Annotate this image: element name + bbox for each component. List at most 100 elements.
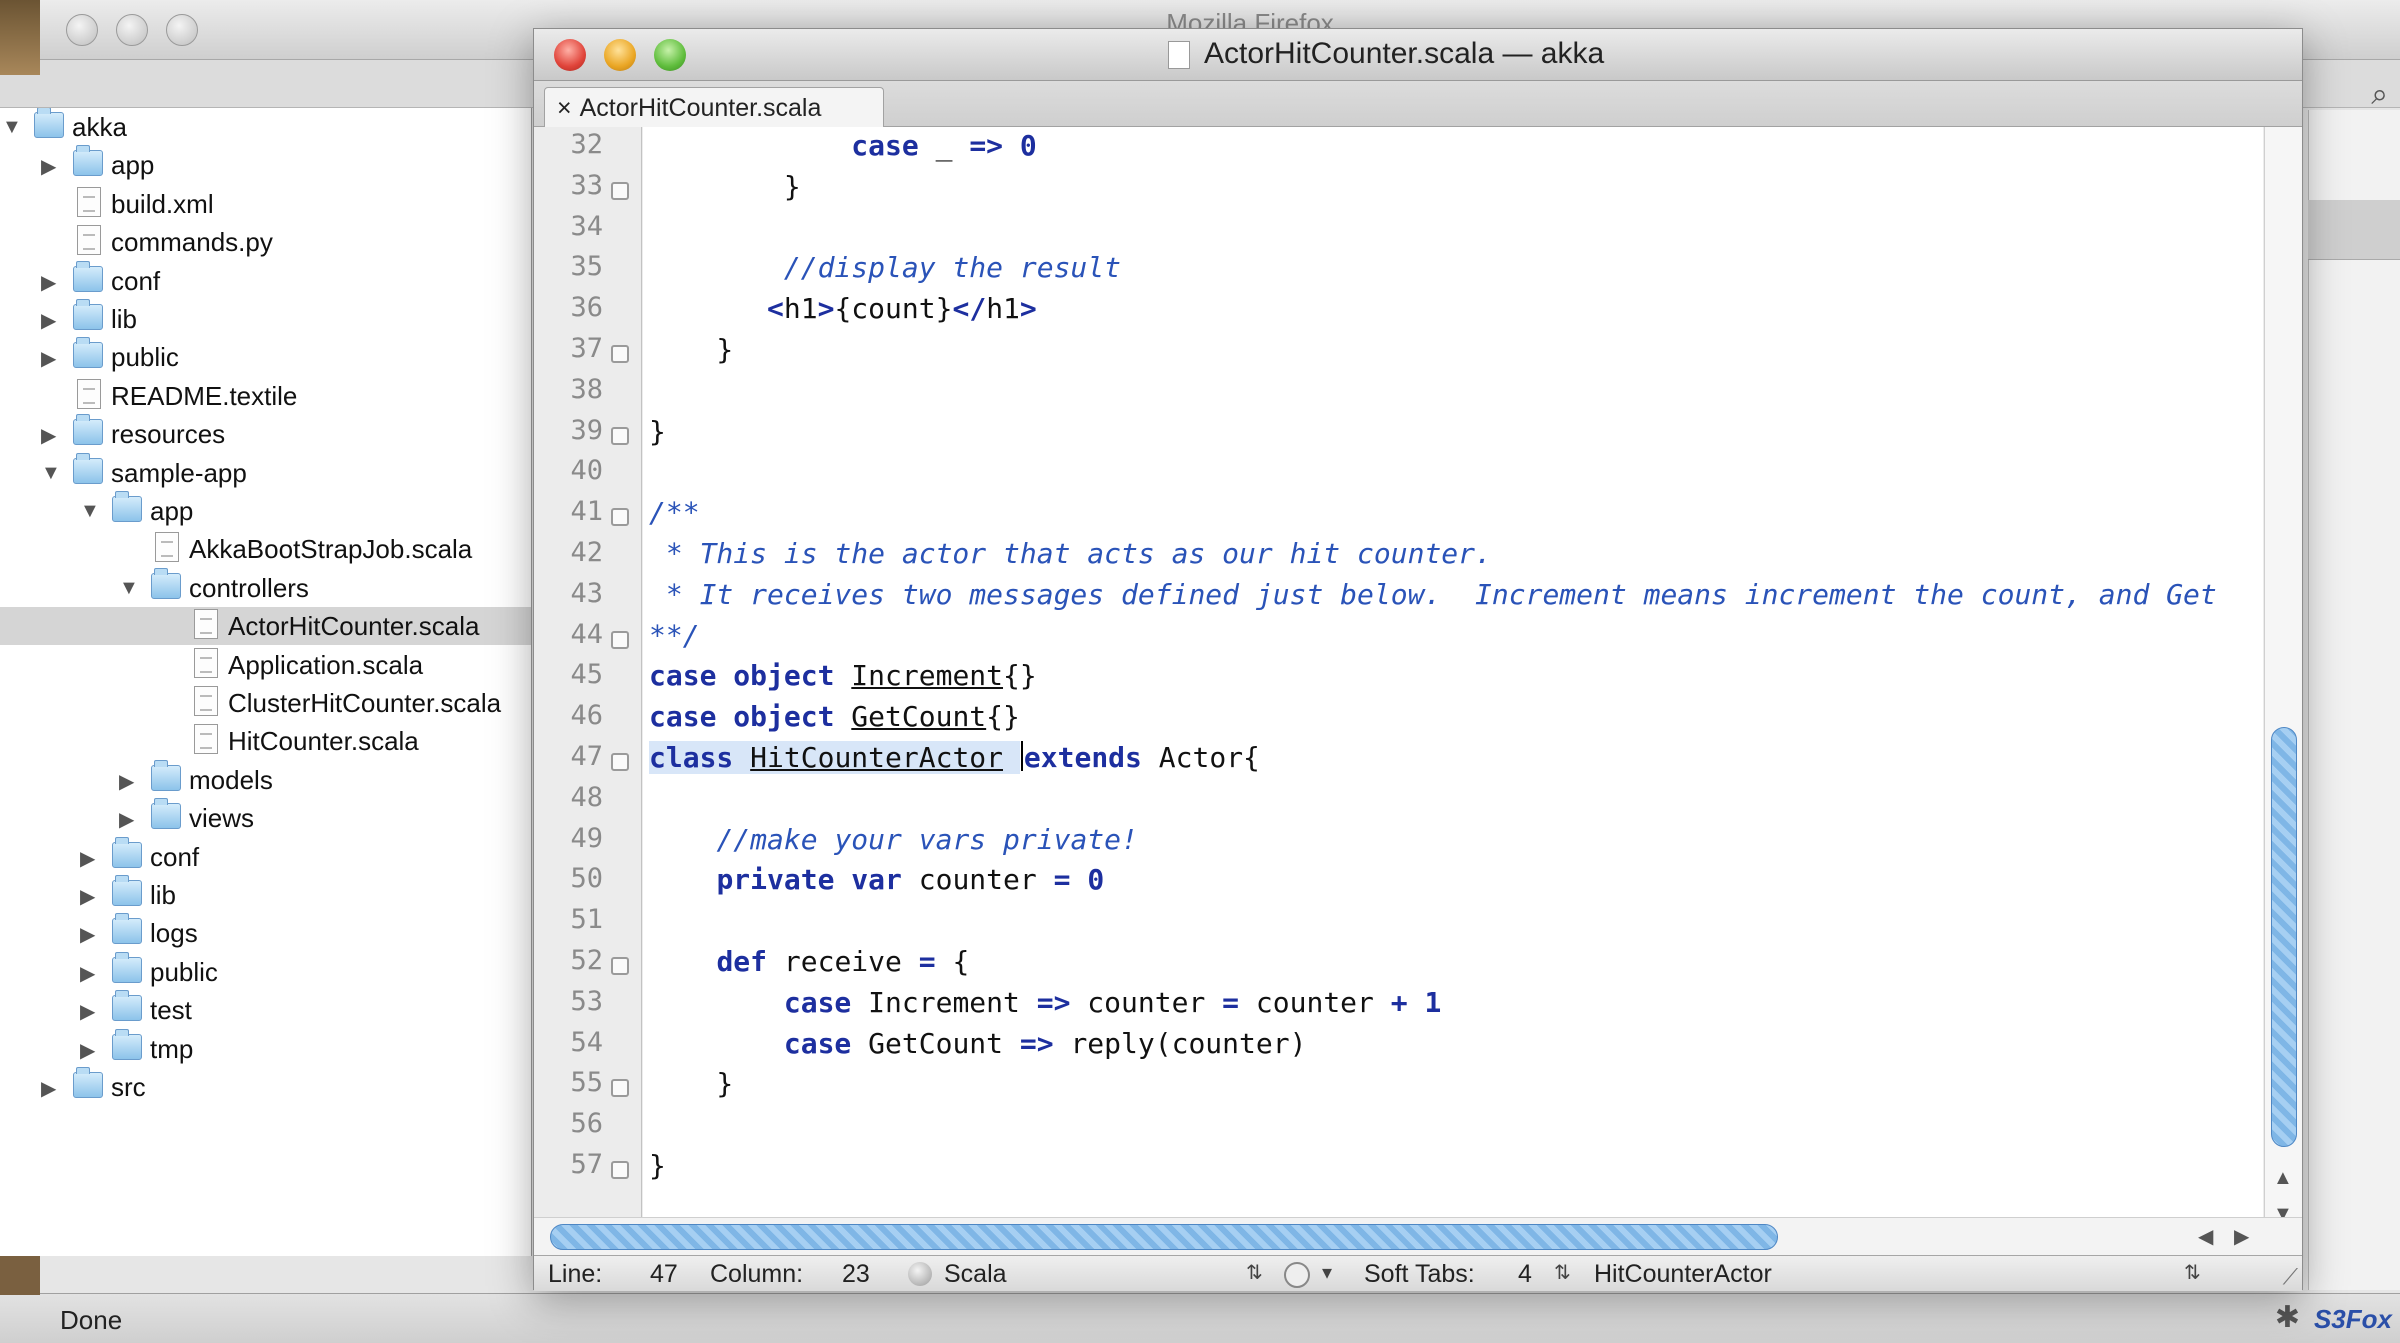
tree-file[interactable]: AkkaBootStrapJob.scala [0,530,531,568]
tree-folder[interactable]: ▶ tmp [0,1028,531,1068]
firefox-close-button[interactable] [66,14,98,46]
code-line[interactable]: <h1>{count}</h1> [649,292,1037,332]
firefox-minimize-button[interactable] [116,14,148,46]
tree-folder[interactable]: ▶ lib [0,299,531,338]
code-line[interactable]: * It receives two messages defined just … [649,578,2217,618]
gear-icon[interactable] [1284,1262,1310,1288]
code-line[interactable]: def receive = { [649,945,969,985]
tree-file[interactable]: commands.py [0,223,531,261]
firefox-zoom-button[interactable] [166,14,198,46]
disclosure-collapsed-icon[interactable]: ▶ [80,1038,95,1063]
code-line[interactable]: //make your vars private! [649,823,1137,863]
fold-marker-icon[interactable] [611,1079,629,1098]
fold-marker-icon[interactable] [611,181,629,200]
tree-folder[interactable]: ▶ public [0,951,531,991]
disclosure-collapsed-icon[interactable]: ▶ [80,961,95,986]
code-line[interactable]: /** [649,496,700,536]
code-editor[interactable]: case _ => 0 } //display the result <h1>{… [643,127,2263,1241]
disclosure-expanded-icon[interactable]: ▼ [41,462,61,485]
tree-file[interactable]: HitCounter.scala [0,722,531,760]
code-line[interactable]: } [649,415,666,455]
firefox-sidebar-tab[interactable] [2308,200,2400,260]
tree-folder[interactable]: ▶ models [0,759,531,799]
chevron-down-icon[interactable]: ▾ [1322,1260,1332,1285]
tree-file[interactable]: Application.scala [0,646,531,684]
disclosure-collapsed-icon[interactable]: ▶ [80,999,95,1024]
code-line[interactable]: } [649,333,733,373]
tree-file[interactable]: build.xml [0,185,531,223]
horizontal-scrollbar[interactable]: ◀ ▶ [534,1217,2302,1255]
close-tab-icon[interactable]: × [557,94,572,122]
soft-tabs-value[interactable]: 4 [1518,1260,1532,1289]
fold-marker-icon[interactable] [611,957,629,975]
tree-folder[interactable]: ▼ akka [0,108,531,146]
disclosure-collapsed-icon[interactable]: ▶ [41,270,56,295]
minimize-button[interactable] [604,39,636,71]
scroll-left-arrow-icon[interactable]: ◀ [2198,1224,2213,1249]
disclosure-expanded-icon[interactable]: ▼ [2,116,22,139]
fold-marker-icon[interactable] [611,630,629,649]
tree-folder[interactable]: ▶ public [0,337,531,376]
tree-folder[interactable]: ▶ views [0,798,531,837]
fold-marker-icon[interactable] [611,345,629,363]
code-line[interactable]: } [649,170,801,210]
tab-actorhitcounter[interactable]: × ActorHitCounter.scala [544,87,884,127]
tree-folder[interactable]: ▶ conf [0,836,531,876]
disclosure-collapsed-icon[interactable]: ▶ [119,769,134,794]
code-line[interactable]: case GetCount => reply(counter) [649,1027,1307,1067]
disclosure-expanded-icon[interactable]: ▼ [80,500,100,523]
fold-marker-icon[interactable] [611,1161,629,1179]
s3fox-addon-button[interactable]: S3Fox [2314,1304,2392,1335]
language-stepper-icon[interactable]: ⇅ [1246,1260,1263,1285]
close-button[interactable] [554,39,586,71]
horizontal-scroll-thumb[interactable] [550,1224,1778,1250]
disclosure-expanded-icon[interactable]: ▼ [119,577,139,600]
disclosure-collapsed-icon[interactable]: ▶ [41,1076,56,1101]
code-line[interactable]: //display the result [649,251,1121,291]
tree-folder[interactable]: ▶ src [0,1067,531,1106]
code-line[interactable]: case Increment => counter = counter + 1 [649,986,1441,1026]
vertical-scrollbar[interactable]: ▲ ▼ [2264,127,2302,1241]
disclosure-collapsed-icon[interactable]: ▶ [80,884,95,909]
soft-tabs-label[interactable]: Soft Tabs: [1364,1260,1475,1289]
fold-marker-icon[interactable] [611,508,629,527]
tree-folder[interactable]: ▶ resources [0,414,531,453]
tree-folder[interactable]: ▶ logs [0,913,531,952]
code-line[interactable]: case object GetCount{} [649,700,1020,740]
disclosure-collapsed-icon[interactable]: ▶ [80,846,95,871]
tree-folder[interactable]: ▶ conf [0,260,531,300]
language-selector[interactable]: Scala [944,1260,1007,1289]
symbol-selector[interactable]: HitCounterActor [1594,1260,1772,1289]
fold-marker-icon[interactable] [611,753,629,771]
disclosure-collapsed-icon[interactable]: ▶ [41,346,56,371]
code-line[interactable]: private var counter = 0 [649,863,1104,903]
tree-file[interactable]: ClusterHitCounter.scala [0,684,531,722]
tree-folder[interactable]: ▶ test [0,990,531,1029]
puzzle-icon[interactable]: ✱ [2275,1300,2300,1335]
code-line[interactable]: * This is the actor that acts as our hit… [649,537,1492,577]
disclosure-collapsed-icon[interactable]: ▶ [41,308,56,333]
zoom-button[interactable] [654,39,686,71]
resize-grip-icon[interactable]: ⟋ [2283,1264,2298,1290]
disclosure-collapsed-icon[interactable]: ▶ [119,807,134,832]
tree-file[interactable]: ActorHitCounter.scala [0,607,531,646]
tree-file[interactable]: README.textile [0,377,531,415]
tree-folder[interactable]: ▶ app [0,145,531,184]
scroll-up-arrow-icon[interactable]: ▲ [2273,1167,2293,1190]
code-line[interactable]: case _ => 0 [649,129,1036,169]
vertical-scroll-thumb[interactable] [2271,727,2297,1147]
code-line[interactable]: **/ [649,619,700,659]
code-line[interactable]: } [649,1067,733,1107]
disclosure-collapsed-icon[interactable]: ▶ [41,154,56,179]
tab-size-stepper-icon[interactable]: ⇅ [1554,1260,1571,1285]
tree-folder[interactable]: ▼ app [0,491,531,530]
search-icon[interactable]: ⌕ [2371,78,2388,112]
tree-folder[interactable]: ▼ sample-app [0,452,531,492]
tree-folder[interactable]: ▼ controllers [0,567,531,607]
scroll-right-arrow-icon[interactable]: ▶ [2234,1224,2249,1249]
symbol-stepper-icon[interactable]: ⇅ [2184,1260,2201,1285]
disclosure-collapsed-icon[interactable]: ▶ [80,922,95,947]
fold-marker-icon[interactable] [611,426,629,445]
disclosure-collapsed-icon[interactable]: ▶ [41,423,56,448]
code-line[interactable]: } [649,1149,666,1189]
